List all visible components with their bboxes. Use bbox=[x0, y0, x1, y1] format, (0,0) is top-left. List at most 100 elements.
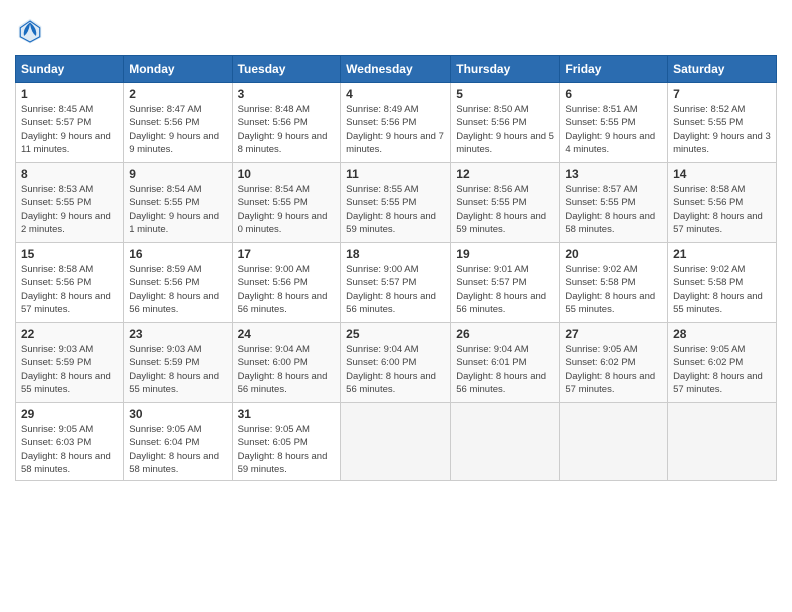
calendar-cell: 20 Sunrise: 9:02 AM Sunset: 5:58 PM Dayli… bbox=[560, 243, 668, 323]
calendar-cell: 1 Sunrise: 8:45 AM Sunset: 5:57 PM Daylig… bbox=[16, 83, 124, 163]
calendar-cell: 9 Sunrise: 8:54 AM Sunset: 5:55 PM Daylig… bbox=[124, 163, 232, 243]
day-number: 30 bbox=[129, 407, 226, 421]
day-info: Sunrise: 9:05 AM Sunset: 6:02 PM Dayligh… bbox=[565, 343, 662, 396]
day-info: Sunrise: 9:04 AM Sunset: 6:01 PM Dayligh… bbox=[456, 343, 554, 396]
day-header-wednesday: Wednesday bbox=[341, 56, 451, 83]
logo-icon bbox=[15, 15, 45, 45]
day-info: Sunrise: 8:54 AM Sunset: 5:55 PM Dayligh… bbox=[238, 183, 336, 236]
calendar-cell: 21 Sunrise: 9:02 AM Sunset: 5:58 PM Dayli… bbox=[668, 243, 777, 323]
calendar-cell: 18 Sunrise: 9:00 AM Sunset: 5:57 PM Dayli… bbox=[341, 243, 451, 323]
day-number: 1 bbox=[21, 87, 118, 101]
day-number: 31 bbox=[238, 407, 336, 421]
day-info: Sunrise: 8:49 AM Sunset: 5:56 PM Dayligh… bbox=[346, 103, 445, 156]
day-info: Sunrise: 9:03 AM Sunset: 5:59 PM Dayligh… bbox=[129, 343, 226, 396]
day-number: 11 bbox=[346, 167, 445, 181]
calendar-cell: 4Sunrise: 8:49 AM Sunset: 5:56 PM Daylig… bbox=[341, 83, 451, 163]
day-info: Sunrise: 8:55 AM Sunset: 5:55 PM Dayligh… bbox=[346, 183, 445, 236]
day-number: 5 bbox=[456, 87, 554, 101]
day-number: 19 bbox=[456, 247, 554, 261]
day-number: 14 bbox=[673, 167, 771, 181]
calendar-cell: 27 Sunrise: 9:05 AM Sunset: 6:02 PM Dayli… bbox=[560, 323, 668, 403]
day-header-sunday: Sunday bbox=[16, 56, 124, 83]
calendar-cell: 23 Sunrise: 9:03 AM Sunset: 5:59 PM Dayli… bbox=[124, 323, 232, 403]
day-number: 15 bbox=[21, 247, 118, 261]
day-info: Sunrise: 8:47 AM Sunset: 5:56 PM Dayligh… bbox=[129, 103, 226, 156]
calendar-cell: 30Sunrise: 9:05 AM Sunset: 6:04 PM Dayli… bbox=[124, 403, 232, 481]
day-header-tuesday: Tuesday bbox=[232, 56, 341, 83]
calendar-cell: 6 Sunrise: 8:51 AM Sunset: 5:55 PM Daylig… bbox=[560, 83, 668, 163]
day-info: Sunrise: 8:54 AM Sunset: 5:55 PM Dayligh… bbox=[129, 183, 226, 236]
day-header-monday: Monday bbox=[124, 56, 232, 83]
day-info: Sunrise: 8:51 AM Sunset: 5:55 PM Dayligh… bbox=[565, 103, 662, 156]
calendar-cell: 26 Sunrise: 9:04 AM Sunset: 6:01 PM Dayli… bbox=[451, 323, 560, 403]
calendar-cell: 29 Sunrise: 9:05 AM Sunset: 6:03 PM Dayli… bbox=[16, 403, 124, 481]
day-info: Sunrise: 9:00 AM Sunset: 5:56 PM Dayligh… bbox=[238, 263, 336, 316]
day-number: 28 bbox=[673, 327, 771, 341]
day-info: Sunrise: 9:05 AM Sunset: 6:02 PM Dayligh… bbox=[673, 343, 771, 396]
day-number: 16 bbox=[129, 247, 226, 261]
day-number: 9 bbox=[129, 167, 226, 181]
calendar-cell: 16Sunrise: 8:59 AM Sunset: 5:56 PM Dayli… bbox=[124, 243, 232, 323]
day-header-thursday: Thursday bbox=[451, 56, 560, 83]
calendar-cell: 3 Sunrise: 8:48 AM Sunset: 5:56 PM Daylig… bbox=[232, 83, 341, 163]
calendar-cell bbox=[341, 403, 451, 481]
day-number: 18 bbox=[346, 247, 445, 261]
day-info: Sunrise: 9:02 AM Sunset: 5:58 PM Dayligh… bbox=[565, 263, 662, 316]
day-number: 10 bbox=[238, 167, 336, 181]
calendar-week-row: 29 Sunrise: 9:05 AM Sunset: 6:03 PM Dayli… bbox=[16, 403, 777, 481]
calendar-week-row: 1 Sunrise: 8:45 AM Sunset: 5:57 PM Daylig… bbox=[16, 83, 777, 163]
calendar-week-row: 15Sunrise: 8:58 AM Sunset: 5:56 PM Dayli… bbox=[16, 243, 777, 323]
day-info: Sunrise: 8:53 AM Sunset: 5:55 PM Dayligh… bbox=[21, 183, 118, 236]
calendar-cell: 14 Sunrise: 8:58 AM Sunset: 5:56 PM Dayli… bbox=[668, 163, 777, 243]
day-info: Sunrise: 9:04 AM Sunset: 6:00 PM Dayligh… bbox=[238, 343, 336, 396]
day-info: Sunrise: 9:02 AM Sunset: 5:58 PM Dayligh… bbox=[673, 263, 771, 316]
day-number: 17 bbox=[238, 247, 336, 261]
day-number: 27 bbox=[565, 327, 662, 341]
day-number: 12 bbox=[456, 167, 554, 181]
day-header-saturday: Saturday bbox=[668, 56, 777, 83]
calendar-week-row: 22 Sunrise: 9:03 AM Sunset: 5:59 PM Dayli… bbox=[16, 323, 777, 403]
calendar-cell: 10 Sunrise: 8:54 AM Sunset: 5:55 PM Dayli… bbox=[232, 163, 341, 243]
day-info: Sunrise: 9:00 AM Sunset: 5:57 PM Dayligh… bbox=[346, 263, 445, 316]
day-info: Sunrise: 9:05 AM Sunset: 6:03 PM Dayligh… bbox=[21, 423, 118, 476]
day-info: Sunrise: 8:48 AM Sunset: 5:56 PM Dayligh… bbox=[238, 103, 336, 156]
calendar-cell: 31Sunrise: 9:05 AM Sunset: 6:05 PM Dayli… bbox=[232, 403, 341, 481]
day-info: Sunrise: 8:50 AM Sunset: 5:56 PM Dayligh… bbox=[456, 103, 554, 156]
day-header-friday: Friday bbox=[560, 56, 668, 83]
day-number: 22 bbox=[21, 327, 118, 341]
calendar-cell: 15Sunrise: 8:58 AM Sunset: 5:56 PM Dayli… bbox=[16, 243, 124, 323]
calendar-table: SundayMondayTuesdayWednesdayThursdayFrid… bbox=[15, 55, 777, 481]
day-number: 3 bbox=[238, 87, 336, 101]
day-number: 24 bbox=[238, 327, 336, 341]
calendar-cell: 5 Sunrise: 8:50 AM Sunset: 5:56 PM Daylig… bbox=[451, 83, 560, 163]
calendar-cell: 24 Sunrise: 9:04 AM Sunset: 6:00 PM Dayli… bbox=[232, 323, 341, 403]
calendar-cell bbox=[451, 403, 560, 481]
calendar-cell: 25Sunrise: 9:04 AM Sunset: 6:00 PM Dayli… bbox=[341, 323, 451, 403]
day-number: 8 bbox=[21, 167, 118, 181]
day-number: 13 bbox=[565, 167, 662, 181]
page-header bbox=[15, 15, 777, 45]
day-info: Sunrise: 8:45 AM Sunset: 5:57 PM Dayligh… bbox=[21, 103, 118, 156]
day-info: Sunrise: 9:03 AM Sunset: 5:59 PM Dayligh… bbox=[21, 343, 118, 396]
calendar-header-row: SundayMondayTuesdayWednesdayThursdayFrid… bbox=[16, 56, 777, 83]
calendar-week-row: 8 Sunrise: 8:53 AM Sunset: 5:55 PM Daylig… bbox=[16, 163, 777, 243]
calendar-cell: 28 Sunrise: 9:05 AM Sunset: 6:02 PM Dayli… bbox=[668, 323, 777, 403]
day-number: 29 bbox=[21, 407, 118, 421]
day-info: Sunrise: 8:56 AM Sunset: 5:55 PM Dayligh… bbox=[456, 183, 554, 236]
day-info: Sunrise: 9:04 AM Sunset: 6:00 PM Dayligh… bbox=[346, 343, 445, 396]
day-number: 20 bbox=[565, 247, 662, 261]
calendar-cell bbox=[560, 403, 668, 481]
calendar-cell bbox=[668, 403, 777, 481]
day-info: Sunrise: 8:52 AM Sunset: 5:55 PM Dayligh… bbox=[673, 103, 771, 156]
calendar-cell: 22 Sunrise: 9:03 AM Sunset: 5:59 PM Dayli… bbox=[16, 323, 124, 403]
day-info: Sunrise: 8:58 AM Sunset: 5:56 PM Dayligh… bbox=[673, 183, 771, 236]
day-number: 6 bbox=[565, 87, 662, 101]
page-container: SundayMondayTuesdayWednesdayThursdayFrid… bbox=[0, 0, 792, 491]
calendar-cell: 8 Sunrise: 8:53 AM Sunset: 5:55 PM Daylig… bbox=[16, 163, 124, 243]
calendar-cell: 17 Sunrise: 9:00 AM Sunset: 5:56 PM Dayli… bbox=[232, 243, 341, 323]
day-info: Sunrise: 9:01 AM Sunset: 5:57 PM Dayligh… bbox=[456, 263, 554, 316]
day-number: 23 bbox=[129, 327, 226, 341]
day-number: 26 bbox=[456, 327, 554, 341]
calendar-cell: 19 Sunrise: 9:01 AM Sunset: 5:57 PM Dayli… bbox=[451, 243, 560, 323]
day-number: 21 bbox=[673, 247, 771, 261]
